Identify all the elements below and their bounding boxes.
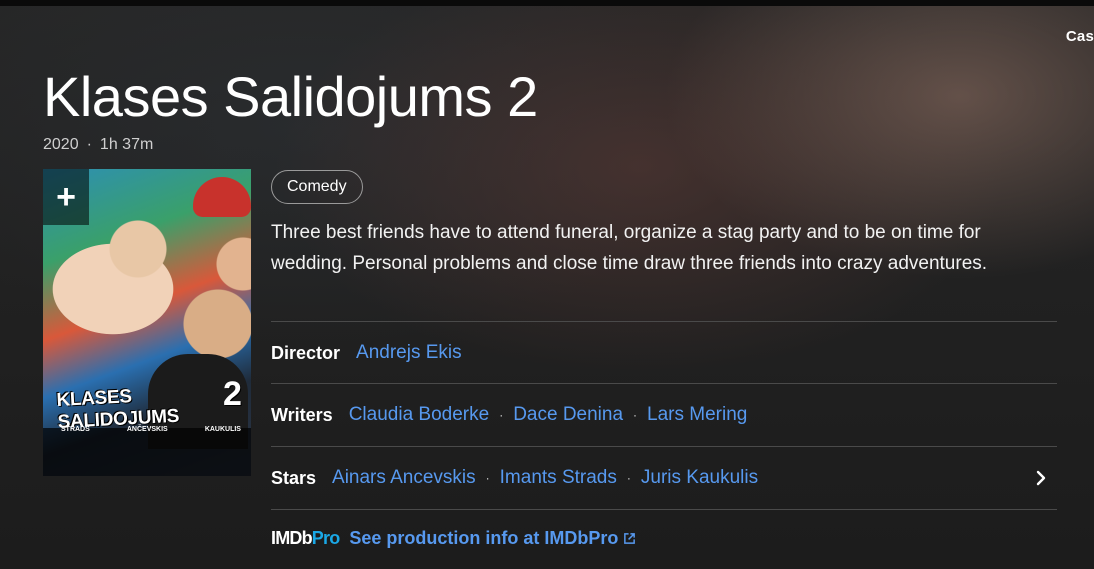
chevron-right-icon[interactable] [1031,468,1051,488]
poster-parrot-hat [193,177,251,217]
star-link[interactable]: Ainars Ancevskis [332,467,476,489]
credit-separator: · [626,471,631,485]
imdbpro-logo-imdb: IMDb [271,527,313,548]
divider [271,446,1057,447]
imdbpro-logo[interactable]: IMDbPro [271,527,340,549]
star-link[interactable]: Juris Kaukulis [641,467,758,489]
star-link[interactable]: Imants Strads [500,467,617,489]
writer-link[interactable]: Dace Denina [513,404,623,426]
poster-credits-block [43,428,251,476]
director-label[interactable]: Director [271,343,340,364]
divider [271,321,1057,322]
page-title: Klases Salidojums 2 [43,65,538,128]
divider [271,509,1057,510]
plot-summary: Three best friends have to attend funera… [271,222,988,274]
poster-name: ANČEVSKIS [126,426,168,433]
poster-image[interactable]: KLASES SALIDOJUMS 2 STRADS ANČEVSKIS KAU… [43,169,251,476]
credit-separator: · [633,408,638,422]
writer-link[interactable]: Lars Mering [647,404,747,426]
poster-names: STRADS ANČEVSKIS KAUKULIS [61,426,241,433]
plus-icon: + [56,178,76,216]
writer-link[interactable]: Claudia Boderke [349,404,489,426]
imdbpro-logo-pro: Pro [311,527,340,548]
add-to-watchlist-button[interactable]: + [43,169,89,225]
divider [271,383,1057,384]
stars-label[interactable]: Stars [271,468,316,489]
meta-separator: · [86,136,92,153]
stars-row[interactable]: Stars Ainars Ancevskis · Imants Strads ·… [271,463,1057,493]
poster-title-number: 2 [223,375,242,413]
credit-separator: · [499,408,504,422]
writers-label[interactable]: Writers [271,405,333,426]
genre-chip-comedy[interactable]: Comedy [271,170,363,204]
credit-separator: · [485,471,490,485]
director-link[interactable]: Andrejs Ekis [356,342,462,364]
movie-meta: 2020 · 1h 37m [43,136,153,154]
external-link-icon [624,532,636,544]
release-year[interactable]: 2020 [43,136,79,153]
poster-name: STRADS [61,426,90,433]
writers-row: Writers Claudia Boderke · Dace Denina · … [271,400,1057,430]
cast-tab[interactable]: Cas [1066,28,1094,45]
runtime: 1h 37m [99,136,154,153]
poster-name: KAUKULIS [204,426,241,433]
director-row: Director Andrejs Ekis [271,338,1057,368]
imdbpro-row: IMDbPro See production info at IMDbPro [271,526,636,550]
imdbpro-production-link[interactable]: See production info at IMDbPro [349,528,618,549]
